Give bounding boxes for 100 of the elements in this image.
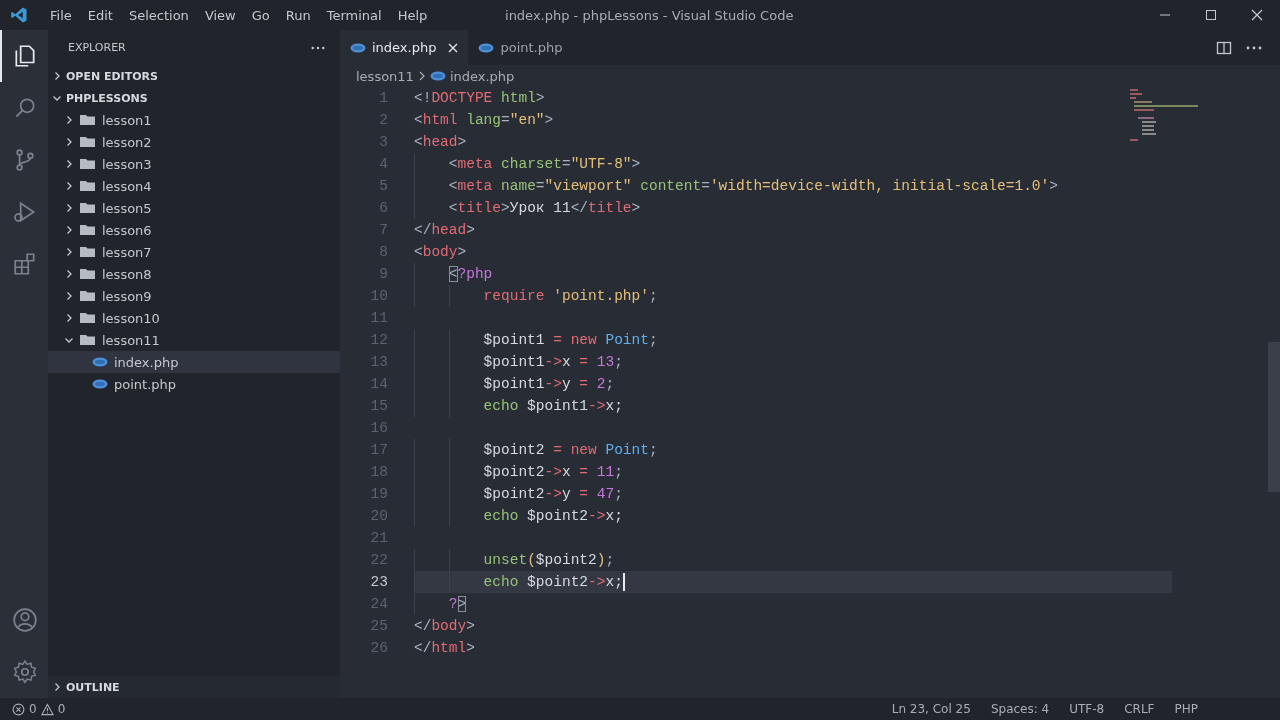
tree-item[interactable]: index.php (48, 351, 340, 373)
code-line: </html> (414, 639, 475, 658)
line-number: 11 (369, 310, 389, 326)
sidebar-title: EXPLORER (68, 41, 126, 54)
code-line: require 'point.php'; (414, 285, 658, 307)
folder-icon (80, 224, 96, 236)
status-item[interactable]: Spaces: 4 (990, 702, 1050, 716)
tree-item-label: lesson1 (102, 112, 152, 128)
line-number: 5 (378, 178, 389, 194)
app-logo-icon (10, 6, 28, 24)
line-number: 23 (369, 574, 389, 590)
section-header[interactable]: OPEN EDITORS (48, 65, 340, 87)
tree-item[interactable]: lesson10 (48, 307, 340, 329)
line-number: 19 (369, 486, 389, 502)
tree-item-label: index.php (114, 354, 179, 370)
line-number: 6 (378, 200, 389, 216)
chevron-icon[interactable] (64, 137, 74, 147)
line-number: 16 (369, 420, 389, 436)
status-item[interactable]: UTF-8 (1069, 702, 1105, 716)
menu-item[interactable]: Help (389, 7, 436, 23)
split-editor-icon[interactable] (1216, 39, 1232, 56)
tree-item[interactable]: lesson1 (48, 109, 340, 131)
tree-item[interactable]: lesson2 (48, 131, 340, 153)
code-line: $point2 = new Point; (414, 439, 658, 461)
code-line: </head> (414, 221, 475, 240)
tree-item[interactable]: lesson6 (48, 219, 340, 241)
line-number: 13 (369, 354, 389, 370)
line-number: 2 (378, 112, 389, 128)
folder-icon (80, 136, 96, 148)
breadcrumb-item[interactable]: index.php (449, 68, 515, 84)
chevron-icon[interactable] (52, 71, 62, 81)
chevron-icon (417, 71, 426, 81)
close-icon[interactable] (1251, 9, 1263, 21)
chevron-icon[interactable] (64, 335, 74, 345)
menu-item[interactable]: Terminal (318, 7, 390, 23)
chevron-icon[interactable] (64, 247, 74, 257)
chevron-icon[interactable] (52, 93, 62, 103)
line-number: 8 (378, 244, 389, 260)
chevron-icon[interactable] (52, 682, 62, 692)
menu-item[interactable]: Go (243, 7, 278, 23)
tree-item[interactable]: lesson8 (48, 263, 340, 285)
tree-item[interactable]: lesson3 (48, 153, 340, 175)
tree-item[interactable]: lesson4 (48, 175, 340, 197)
menu-item[interactable]: File (42, 7, 80, 23)
php-file-icon (478, 42, 495, 53)
code-line: $point1->y = 2; (414, 373, 615, 395)
line-number: 9 (378, 266, 389, 282)
minimap-drawing[interactable] (1130, 87, 1200, 143)
tree-item-label: point.php (114, 376, 177, 392)
tree-item-label: lesson7 (102, 244, 152, 260)
maximize-icon[interactable] (1205, 9, 1217, 21)
tree-item[interactable]: lesson7 (48, 241, 340, 263)
code-line: <title>Урок 11</title> (414, 197, 641, 219)
code-line: $point1->x = 13; (414, 351, 623, 373)
chevron-icon[interactable] (64, 115, 74, 125)
chevron-icon[interactable] (64, 181, 74, 191)
files-icon[interactable] (12, 43, 38, 69)
line-number: 7 (378, 222, 389, 238)
chevron-icon[interactable] (64, 269, 74, 279)
code-line: <head> (414, 133, 467, 152)
tree-item-label: lesson6 (102, 222, 152, 238)
tree-item[interactable]: lesson9 (48, 285, 340, 307)
php-file-icon (350, 42, 366, 53)
breadcrumb-item[interactable]: lesson11 (356, 68, 414, 84)
folder-icon (80, 334, 96, 346)
folder-icon (80, 114, 96, 126)
line-number: 22 (369, 552, 389, 568)
folder-icon (80, 246, 96, 258)
chevron-icon[interactable] (64, 159, 74, 169)
menu-item[interactable]: Run (277, 7, 319, 23)
line-number: 4 (378, 156, 389, 172)
menu-item[interactable]: View (196, 7, 244, 23)
menu-item[interactable]: Selection (120, 7, 197, 23)
chevron-icon[interactable] (64, 203, 74, 213)
extensions-icon[interactable] (12, 251, 38, 277)
menu-item[interactable]: Edit (79, 7, 121, 23)
tree-item[interactable]: lesson11 (48, 329, 340, 351)
problems-indicator[interactable]: 0 0 (12, 702, 66, 716)
tree-item-label: lesson8 (102, 266, 152, 282)
tree-item-label: lesson11 (102, 332, 160, 348)
chevron-icon[interactable] (64, 291, 74, 301)
code-line: echo $point1->x; (414, 395, 623, 417)
close-icon[interactable] (448, 42, 459, 53)
code-line: $point2->x = 11; (414, 461, 623, 483)
chevron-icon[interactable] (64, 225, 74, 235)
window-title: index.php - phpLessons - Visual Studio Code (505, 7, 794, 23)
code-line: <meta charset="UTF-8"> (414, 153, 641, 175)
tree-item[interactable]: lesson5 (48, 197, 340, 219)
editor-tab[interactable]: point.php (468, 30, 579, 65)
tree-item[interactable]: point.php (48, 373, 340, 395)
status-item[interactable]: Ln 23, Col 25 (891, 702, 971, 716)
section-header[interactable]: OUTLINE (48, 676, 340, 698)
chevron-icon[interactable] (64, 313, 74, 323)
line-number: 12 (369, 332, 389, 348)
status-item[interactable]: CRLF (1124, 702, 1155, 716)
status-item[interactable]: PHP (1174, 702, 1198, 716)
account-icon[interactable] (12, 607, 38, 633)
settings-icon[interactable] (12, 659, 38, 685)
editor-tab[interactable]: index.php (340, 30, 469, 65)
section-header[interactable]: PHPLESSONS (48, 87, 340, 109)
